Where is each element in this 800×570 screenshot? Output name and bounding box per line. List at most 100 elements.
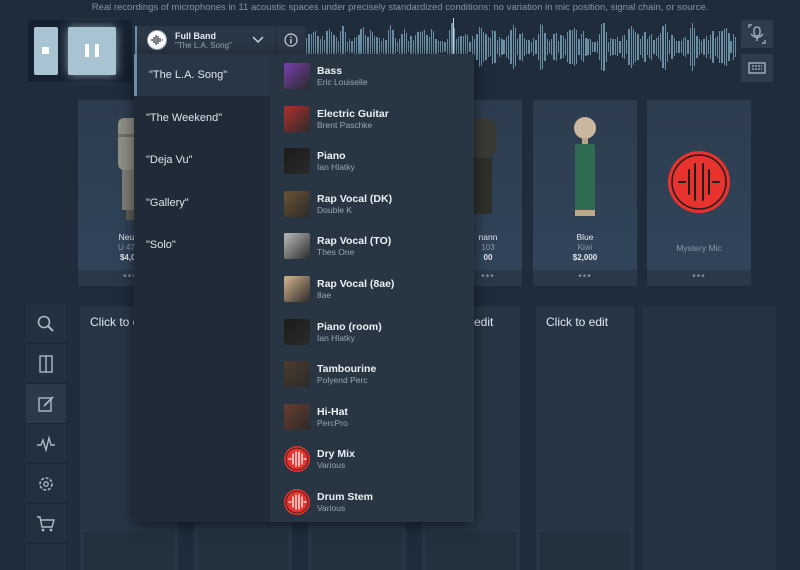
info-icon [284,33,298,47]
cart-icon [37,516,55,532]
pause-button[interactable] [68,27,116,75]
waveform-tool[interactable] [26,424,66,464]
waveform-bar [603,23,605,71]
track-item[interactable]: Rap Vocal (8ae) 8ae [270,267,474,310]
pause-icon [85,44,89,57]
waveform-bar [687,39,689,55]
track-artist: Ian Hlatky [317,162,355,173]
track-name: Tambourine [317,363,377,376]
track-name: Bass [317,65,343,77]
song-title: "Gallery" [146,196,189,209]
waveform-bar [598,33,601,61]
waveform-bar [660,32,662,62]
waveform-bar [614,38,617,56]
track-artist: Various [317,503,346,513]
track-artist: Various [317,460,346,471]
waveform-bar [526,39,528,55]
waveform-bar [519,34,521,60]
song-item[interactable]: "Gallery" [134,182,270,224]
mic-card-blue-kiwi[interactable]: Blue Kiwi $2,000 ••• [533,100,637,286]
edit-panel-footer [540,532,630,570]
track-artist: Double K [317,204,352,215]
cart-tool[interactable] [26,504,66,544]
waveform-bar [535,39,537,54]
search-icon [37,315,54,332]
track-item[interactable]: Tambourine Polyend Perc [270,352,474,395]
waveform-bar [626,39,628,55]
mic-compare-button[interactable] [741,20,773,48]
edit-tool[interactable] [26,384,66,424]
waveform-bar [476,33,478,60]
signal-chain-button[interactable] [741,54,773,82]
waveform-bar [385,40,387,54]
waveform-bar [653,39,655,55]
track-item[interactable]: Piano (room) Ian Hlatky [270,310,474,353]
track-item[interactable]: Piano Ian Hlatky [270,139,474,182]
song-item[interactable]: "Solo" [134,224,270,266]
waveform-bar [444,41,446,53]
waveform-bar [651,34,653,60]
edit-panel[interactable]: Click to edit [536,306,634,570]
waveform-bar [435,38,437,56]
waveform-bar [560,35,562,59]
waveform-bar [544,32,546,62]
track-item[interactable]: Rap Vocal (DK) Double K [270,182,474,225]
edit-panel-footer [198,532,288,570]
track-item[interactable]: Drum Stem Various [270,480,474,523]
waveform-bar [680,40,682,54]
track-item[interactable]: Dry Mix Various [270,437,474,480]
mic-swap-icon [748,24,766,44]
waveform-bar [648,36,651,58]
waveform-bar [396,41,399,53]
search-tool[interactable] [26,304,66,344]
waveform-bar [489,38,492,56]
waveform-bar [623,34,626,60]
track-item[interactable]: Rap Vocal (TO) Thes One [270,224,474,267]
waveform-bar [437,41,439,53]
waveform-bar [662,26,664,68]
mic-price: $2,000 [572,253,598,262]
artist-avatar [284,318,310,345]
waveform-bar [439,41,442,53]
track-name: Piano [317,150,346,163]
waveform-bar [562,35,564,59]
track-item[interactable]: Bass Eric Louiselle [270,54,474,97]
chevron-down-icon [252,36,264,44]
waveform-bar [492,30,494,64]
waveform-bar [530,41,533,53]
waveform-bar [705,35,707,59]
waveform-bar [691,22,694,72]
columns-tool[interactable] [26,344,66,384]
track-artist: Ian Hlatky [317,332,355,343]
waveform-bar [319,39,321,55]
waveform-bar [483,32,485,62]
waveform-bar [592,41,594,53]
waveform-bar [664,24,666,70]
song-item[interactable]: "Deja Vu" [134,139,270,181]
settings-tool[interactable] [26,464,66,504]
track-selector[interactable]: Full Band "The L.A. Song" [135,26,305,54]
artist-avatar [284,403,310,430]
stop-button[interactable] [34,27,58,75]
track-name: Rap Vocal (8ae) [317,278,395,290]
more-options-icon[interactable]: ••• [647,272,751,282]
track-name: Hi-Hat [317,405,348,418]
edit-panel-label: Click to e [90,315,140,329]
waveform-bar [589,38,592,56]
mic-card-mystery[interactable]: Mystery Mic ••• [647,100,751,286]
waveform-bar [480,28,483,66]
track-name: Piano (room) [317,320,382,333]
info-button[interactable] [275,26,305,54]
track-name: Electric Guitar [317,107,389,120]
track-item[interactable]: Electric Guitar Brent Paschke [270,97,474,140]
more-options-icon[interactable]: ••• [533,272,637,282]
pulse-icon [37,435,55,453]
song-item[interactable]: "The L.A. Song" [134,54,270,96]
waveform-bar [533,38,535,56]
track-item[interactable]: Hi-Hat PercPro [270,395,474,438]
mic-name: Mystery Mic [676,243,722,253]
song-item[interactable]: "The Weekend" [134,97,270,139]
track-name: Rap Vocal (TO) [317,235,392,248]
waveform-bar [703,39,705,55]
waveform-bar [596,40,598,54]
